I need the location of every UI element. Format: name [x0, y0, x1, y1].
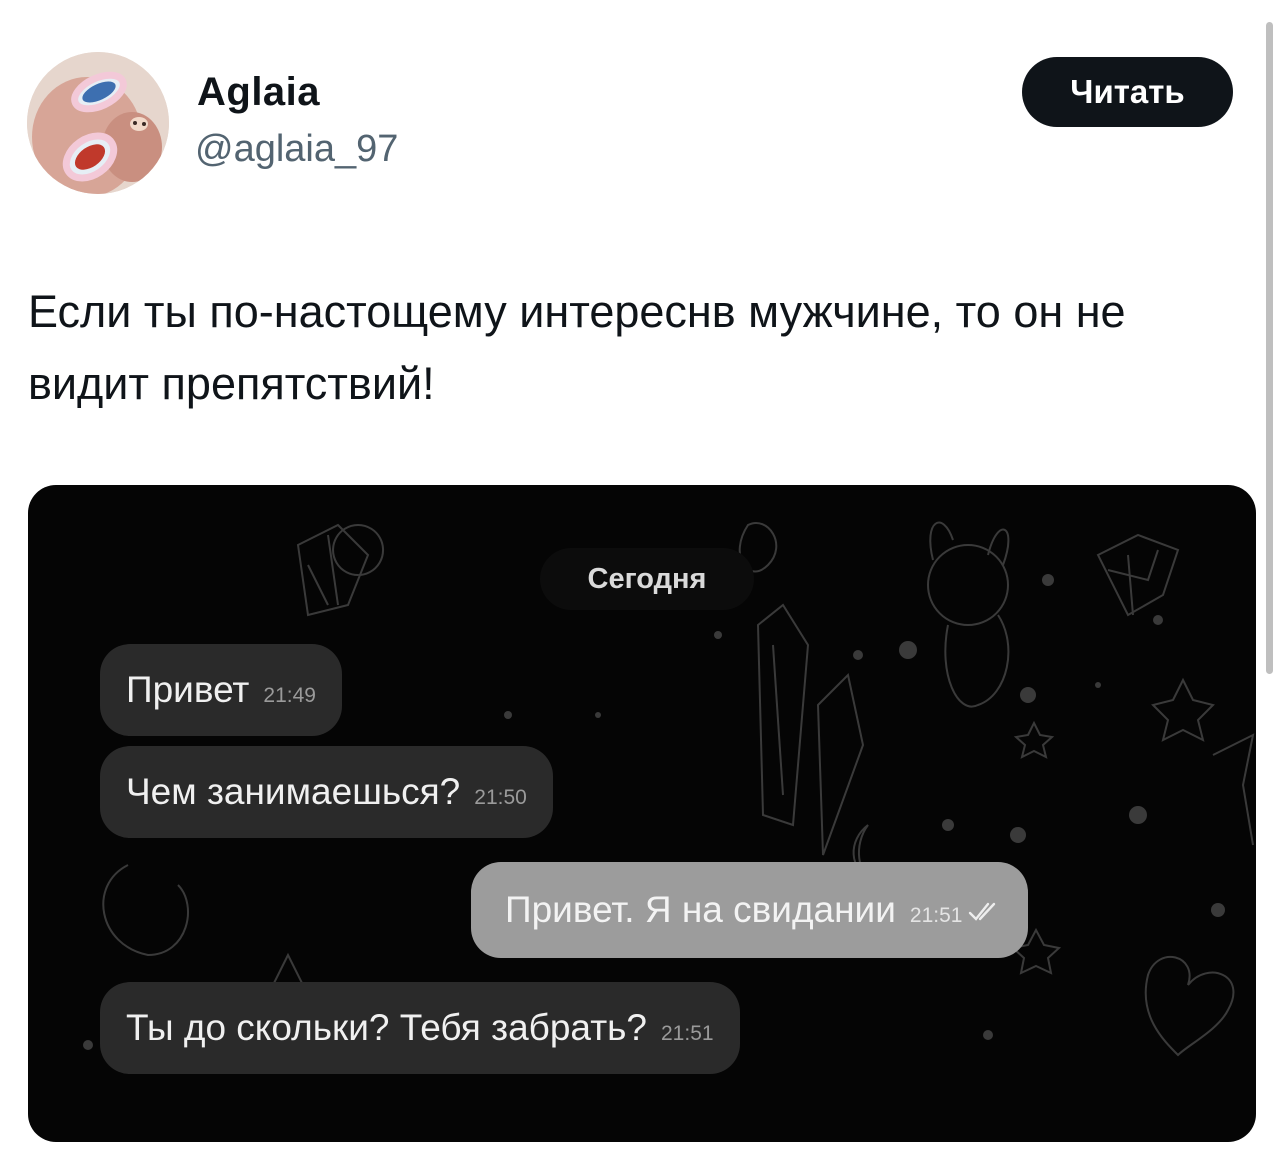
scrollbar[interactable]	[1266, 22, 1273, 674]
message-time: 21:51	[909, 904, 963, 927]
double-check-icon	[968, 870, 1002, 966]
chat-message-incoming: Ты до скольки? Тебя забрать? 21:51	[100, 982, 740, 1074]
author-display-name[interactable]: Aglaia	[197, 70, 320, 115]
message-text: Привет	[126, 669, 250, 710]
message-text: Привет. Я на свидании	[505, 889, 896, 930]
follow-button[interactable]: Читать	[1022, 57, 1233, 127]
author-avatar[interactable]	[27, 52, 169, 194]
chat-message-incoming: Чем занимаешься? 21:50	[100, 746, 553, 838]
tweet-text: Если ты по-настощему интереснв мужчине, …	[28, 286, 1126, 409]
message-text: Чем занимаешься?	[126, 771, 461, 812]
avatar-photo	[27, 52, 169, 194]
chat-message-incoming: Привет 21:49	[100, 644, 342, 736]
author-handle[interactable]: @aglaia_97	[195, 128, 398, 171]
chat-date-separator: Сегодня	[540, 548, 754, 610]
message-time: 21:51	[661, 1022, 714, 1045]
chat-message-outgoing: Привет. Я на свидании 21:51	[471, 862, 1029, 958]
message-text: Ты до скольки? Тебя забрать?	[126, 1007, 647, 1048]
message-time: 21:50	[474, 786, 527, 809]
message-time: 21:49	[263, 684, 316, 707]
